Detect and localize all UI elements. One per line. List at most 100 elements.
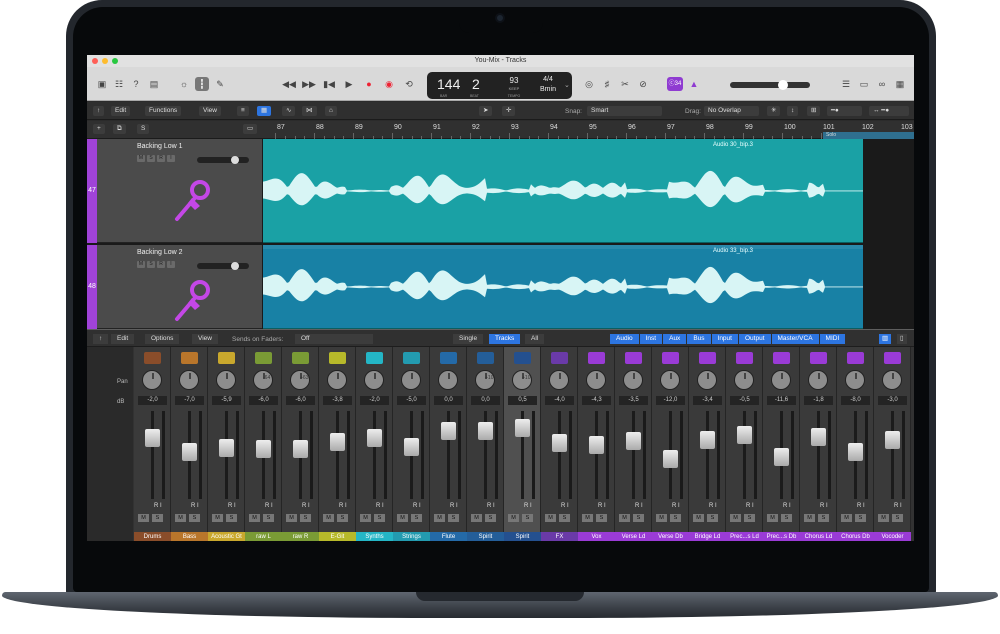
mixer-options-menu[interactable]: Options bbox=[145, 334, 180, 344]
mute-button[interactable]: M bbox=[137, 155, 145, 162]
channel-name[interactable]: Chorus Db bbox=[837, 532, 874, 541]
line-icon[interactable] bbox=[514, 352, 531, 364]
record-input-buttons[interactable]: R I bbox=[413, 503, 421, 509]
record-input-buttons[interactable]: R I bbox=[450, 503, 458, 509]
inspector-icon[interactable]: ☷ bbox=[112, 77, 126, 91]
track-row-2[interactable]: 48 Backing Low 2 M S R I Audio 33_bip.3 bbox=[87, 245, 914, 329]
record-input-buttons[interactable]: R I bbox=[191, 503, 199, 509]
record-input-buttons[interactable]: R I bbox=[376, 503, 384, 509]
pan-knob[interactable]: -64 bbox=[253, 370, 273, 390]
sends-select[interactable]: Off bbox=[295, 334, 373, 344]
pan-knob[interactable] bbox=[586, 370, 606, 390]
go-to-start-icon[interactable]: ▮◀ bbox=[322, 77, 336, 91]
wide-view-icon[interactable]: ▯ bbox=[897, 334, 907, 344]
help-icon[interactable]: ? bbox=[129, 77, 143, 91]
record-input-buttons[interactable]: R I bbox=[228, 503, 236, 509]
record-input-buttons[interactable]: R I bbox=[265, 503, 273, 509]
volume-readout[interactable]: 0,0 bbox=[471, 396, 500, 405]
solo-button[interactable]: S bbox=[670, 514, 681, 522]
record-icon[interactable]: ● bbox=[362, 77, 376, 91]
volume-fader[interactable] bbox=[663, 450, 678, 468]
volume-fader[interactable] bbox=[589, 436, 604, 454]
solo-button[interactable]: S bbox=[147, 261, 155, 268]
record-enable-button[interactable]: R bbox=[157, 155, 165, 162]
channel-name[interactable]: raw R bbox=[282, 532, 319, 541]
tracks-button[interactable]: Tracks bbox=[489, 334, 521, 344]
mute-button[interactable]: M bbox=[397, 514, 408, 522]
catch-icon[interactable]: ⌂ bbox=[325, 106, 337, 116]
fx-icon[interactable] bbox=[551, 352, 568, 364]
record-input-buttons[interactable]: R I bbox=[635, 503, 643, 509]
mic-icon[interactable] bbox=[662, 352, 679, 364]
pointer-tool-icon[interactable]: ➤ bbox=[479, 106, 493, 116]
filter-audio[interactable]: Audio bbox=[610, 334, 639, 344]
audio-region[interactable]: Audio 30_bip.3 bbox=[263, 139, 863, 243]
edit-menu[interactable]: Edit bbox=[111, 106, 131, 116]
mute-button[interactable]: M bbox=[508, 514, 519, 522]
solo-button[interactable]: S bbox=[818, 514, 829, 522]
solo-button[interactable]: S bbox=[855, 514, 866, 522]
volume-fader[interactable] bbox=[182, 443, 197, 461]
guitar-icon[interactable] bbox=[181, 352, 198, 364]
channel-strip[interactable]: -3,8 R I M S E-Git bbox=[319, 347, 356, 541]
track-header[interactable]: Backing Low 1 M S R I bbox=[97, 139, 262, 243]
solo-button[interactable]: S bbox=[374, 514, 385, 522]
library-icon[interactable]: ▣ bbox=[95, 77, 109, 91]
record-input-buttons[interactable]: R I bbox=[598, 503, 606, 509]
flute-icon[interactable] bbox=[440, 352, 457, 364]
solo-region[interactable]: Solo bbox=[823, 132, 914, 139]
volume-fader[interactable] bbox=[700, 431, 715, 449]
master-volume-slider[interactable] bbox=[730, 80, 810, 90]
record-input-buttons[interactable]: R I bbox=[709, 503, 717, 509]
channel-name[interactable]: Bass bbox=[171, 532, 208, 541]
pan-knob[interactable] bbox=[623, 370, 643, 390]
volume-fader[interactable] bbox=[330, 433, 345, 451]
channel-name[interactable]: Prec...s Ld bbox=[726, 532, 763, 541]
pan-knob[interactable] bbox=[438, 370, 458, 390]
channel-name[interactable]: Vox bbox=[578, 532, 615, 541]
track-volume-knob[interactable] bbox=[231, 156, 239, 164]
pan-knob[interactable]: +10 bbox=[475, 370, 495, 390]
channel-name[interactable]: Spirit bbox=[504, 532, 541, 541]
pan-knob[interactable] bbox=[697, 370, 717, 390]
toolbar-icon[interactable]: ▤ bbox=[147, 77, 161, 91]
track-row-1[interactable]: 47 Backing Low 1 M S R I Audio 30_bip.3 bbox=[87, 139, 914, 243]
forward-icon[interactable]: ▶▶ bbox=[302, 77, 316, 91]
channel-strip[interactable]: -8,0 R I M S Chorus Db bbox=[837, 347, 874, 541]
solo-button[interactable]: S bbox=[411, 514, 422, 522]
volume-fader[interactable] bbox=[441, 422, 456, 440]
mute-button[interactable]: M bbox=[582, 514, 593, 522]
pan-knob[interactable] bbox=[549, 370, 569, 390]
volume-readout[interactable]: -6,0 bbox=[249, 396, 278, 405]
track-name[interactable]: Backing Low 2 bbox=[137, 249, 183, 256]
master-volume-knob[interactable] bbox=[778, 80, 788, 90]
strings-icon[interactable] bbox=[403, 352, 420, 364]
channel-strip[interactable]: -2,0 R I M S Synths bbox=[356, 347, 393, 541]
count-badge[interactable]: ⓒ34 bbox=[667, 77, 683, 91]
channel-strip[interactable]: -3,0 R I M S Vocoder bbox=[874, 347, 911, 541]
record-input-buttons[interactable]: R I bbox=[302, 503, 310, 509]
channel-strip[interactable]: -4,0 R I M S FX bbox=[541, 347, 578, 541]
volume-readout[interactable]: 0,5 bbox=[508, 396, 537, 405]
pan-knob[interactable] bbox=[808, 370, 828, 390]
channel-name[interactable]: Drums bbox=[134, 532, 171, 541]
vertical-zoom-slider[interactable]: ━● bbox=[827, 106, 862, 116]
metronome-icon[interactable]: ▲ bbox=[687, 77, 701, 91]
channel-strip[interactable]: +10 0,0 R I M S Spirit bbox=[467, 347, 504, 541]
mute-button[interactable]: M bbox=[767, 514, 778, 522]
solo-icon[interactable]: ✂ bbox=[618, 77, 632, 91]
channel-name[interactable]: Verse Db bbox=[652, 532, 689, 541]
channel-strip[interactable]: -2,0 R I M S Drums bbox=[134, 347, 171, 541]
volume-readout[interactable]: -3,5 bbox=[619, 396, 648, 405]
volume-readout[interactable]: -11,6 bbox=[767, 396, 796, 405]
input-monitor-button[interactable]: I bbox=[167, 155, 175, 162]
solo-button[interactable]: S bbox=[263, 514, 274, 522]
editors-icon[interactable]: ✎ bbox=[213, 77, 227, 91]
volume-fader[interactable] bbox=[404, 438, 419, 456]
solo-button[interactable]: S bbox=[892, 514, 903, 522]
channel-strip[interactable]: -5,9 R I M S Acoustic Gt bbox=[208, 347, 245, 541]
volume-readout[interactable]: -3,8 bbox=[323, 396, 352, 405]
channel-strip[interactable]: -5,0 R I M S Strings bbox=[393, 347, 430, 541]
record-input-buttons[interactable]: R I bbox=[487, 503, 495, 509]
channel-strip[interactable]: -3,5 R I M S Verse Ld bbox=[615, 347, 652, 541]
